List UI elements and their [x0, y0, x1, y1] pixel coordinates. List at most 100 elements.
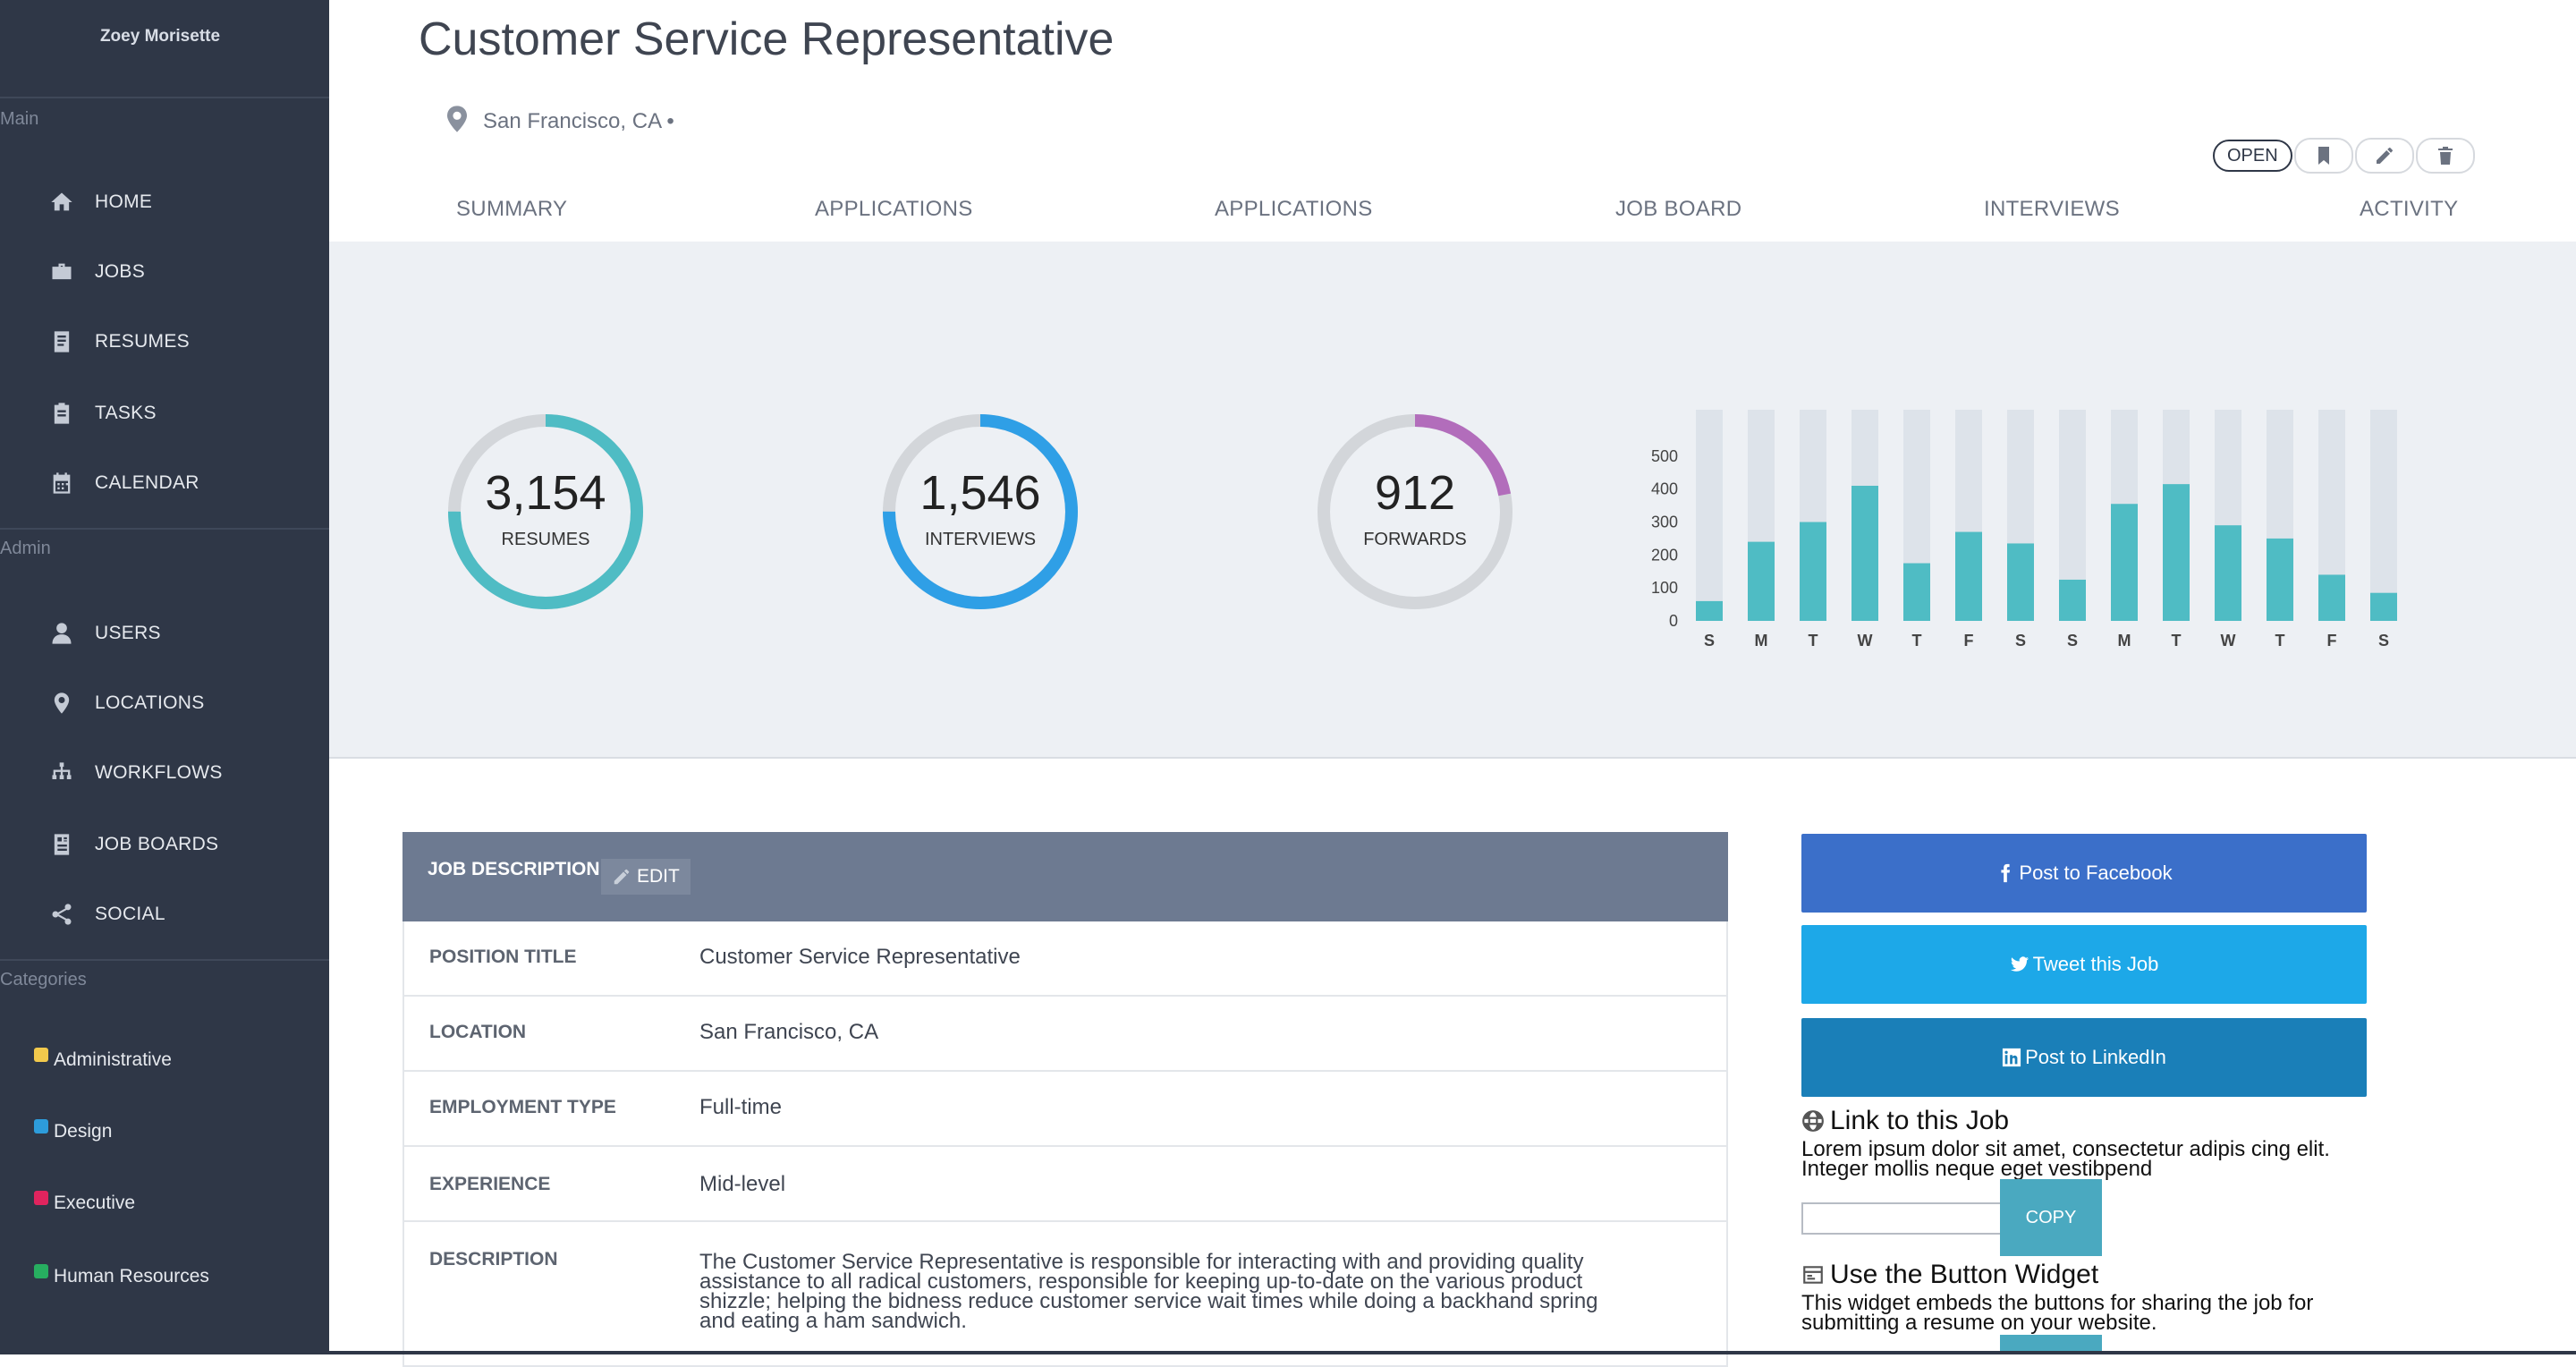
- bar[interactable]: [2163, 484, 2190, 621]
- sidebar-item-label: TASKS: [95, 403, 157, 423]
- x-tick-label: S: [1704, 632, 1715, 650]
- bar[interactable]: [2007, 543, 2034, 621]
- bar[interactable]: [1955, 531, 1982, 621]
- x-tick-label: F: [1964, 632, 1974, 650]
- category-label: Human Resources: [54, 1266, 209, 1286]
- bar[interactable]: [1748, 541, 1775, 621]
- tab-applications-2[interactable]: APPLICATIONS: [1215, 197, 1373, 222]
- category-design[interactable]: Design: [34, 1117, 112, 1147]
- button-widget-heading: Use the Button Widget: [1801, 1260, 2098, 1290]
- linkedin-icon: [2003, 1048, 2021, 1067]
- bookmark-icon: [2318, 147, 2329, 165]
- link-to-job-heading: Link to this Job: [1801, 1106, 2009, 1136]
- jd-value: San Francisco, CA: [699, 1020, 879, 1044]
- x-tick-label: F: [2327, 632, 2337, 650]
- post-to-facebook-label: Post to Facebook: [2019, 862, 2173, 884]
- category-administrative[interactable]: Administrative: [34, 1045, 172, 1075]
- divider: [0, 97, 329, 98]
- category-color-swatch: [34, 1264, 48, 1278]
- jd-value: Mid-level: [699, 1172, 786, 1196]
- x-tick-label: S: [2378, 632, 2389, 650]
- trash-icon: [2437, 147, 2453, 165]
- edit-job-button[interactable]: [2354, 138, 2414, 174]
- link-to-job-title: Link to this Job: [1830, 1106, 2010, 1135]
- job-link-input[interactable]: [1801, 1202, 2002, 1235]
- y-tick-label: 0: [1669, 612, 1678, 630]
- bookmark-button[interactable]: [2293, 138, 2353, 174]
- sidebar-item-tasks[interactable]: TASKS: [47, 395, 157, 431]
- tweet-job-button[interactable]: Tweet this Job: [1801, 925, 2367, 1004]
- post-to-linkedin-button[interactable]: Post to LinkedIn: [1801, 1018, 2367, 1097]
- tab-interviews[interactable]: INTERVIEWS: [1984, 197, 2120, 222]
- x-tick-label: M: [1755, 632, 1768, 650]
- bar[interactable]: [2111, 504, 2138, 621]
- bar[interactable]: [2059, 579, 2086, 621]
- stat-resumes[interactable]: 3,154 RESUMES: [445, 412, 646, 612]
- job-description-header: JOB DESCRIPTION EDIT: [402, 832, 1728, 921]
- sidebar-item-users[interactable]: USERS: [47, 616, 161, 651]
- edit-button[interactable]: EDIT: [601, 859, 691, 895]
- user-name[interactable]: Zoey Morisette: [0, 27, 320, 47]
- x-tick-label: S: [2015, 632, 2026, 650]
- category-executive[interactable]: Executive: [34, 1188, 135, 1218]
- sidebar-item-label: USERS: [95, 623, 161, 643]
- tab-summary[interactable]: SUMMARY: [456, 197, 567, 222]
- sidebar-item-jobs[interactable]: JOBS: [47, 254, 145, 290]
- category-color-swatch: [34, 1191, 48, 1205]
- weekly-bar-chart: 0 100 200 300 400 500 S M T W T F S S M T W T F S: [1651, 410, 2397, 650]
- tweet-job-label: Tweet this Job: [2032, 953, 2159, 975]
- delete-job-button[interactable]: [2415, 138, 2475, 174]
- sidebar-item-label: JOBS: [95, 261, 146, 282]
- jd-value: Full-time: [699, 1095, 783, 1119]
- sidebar-item-job-boards[interactable]: JOB BOARDS: [47, 827, 218, 862]
- bar[interactable]: [1800, 522, 1826, 621]
- bar[interactable]: [2318, 574, 2345, 621]
- jd-row-position-title: POSITION TITLE Customer Service Represen…: [402, 921, 1728, 997]
- jd-row-employment-type: EMPLOYMENT TYPE Full-time: [402, 1072, 1728, 1147]
- map-pin-icon: [47, 688, 77, 718]
- stat-forwards[interactable]: 912 FORWARDS: [1315, 412, 1515, 612]
- y-tick-label: 500: [1651, 447, 1678, 465]
- copy-link-button[interactable]: COPY: [2000, 1179, 2102, 1256]
- jd-key: POSITION TITLE: [429, 947, 577, 967]
- post-to-facebook-button[interactable]: Post to Facebook: [1801, 834, 2367, 913]
- sidebar-item-calendar[interactable]: CALENDAR: [47, 465, 199, 501]
- x-tick-label: T: [2275, 632, 2285, 650]
- sidebar-item-workflows[interactable]: WORKFLOWS: [47, 755, 223, 791]
- bar[interactable]: [2370, 592, 2397, 621]
- category-human-resources[interactable]: Human Resources: [34, 1261, 209, 1292]
- bar[interactable]: [1696, 600, 1723, 621]
- widget-icon: [1803, 1266, 1823, 1284]
- sidebar: Zoey Morisette Main HOME JOBS RESUMES TA…: [0, 0, 329, 1354]
- category-label: Design: [54, 1121, 113, 1142]
- bar[interactable]: [2267, 538, 2293, 621]
- bar[interactable]: [1852, 485, 1878, 621]
- category-color-swatch: [34, 1048, 48, 1062]
- tab-job-board[interactable]: JOB BOARD: [1615, 197, 1741, 222]
- tab-applications[interactable]: APPLICATIONS: [815, 197, 973, 222]
- sidebar-item-social[interactable]: SOCIAL: [47, 896, 165, 932]
- sidebar-item-label: CALENDAR: [95, 472, 199, 493]
- button-widget-title: Use the Button Widget: [1830, 1260, 2099, 1289]
- stat-interviews[interactable]: 1,546 INTERVIEWS: [880, 412, 1080, 612]
- sidebar-item-resumes[interactable]: RESUMES: [47, 324, 190, 360]
- y-tick-label: 200: [1651, 546, 1678, 564]
- x-tick-label: T: [1912, 632, 1922, 650]
- y-tick-label: 100: [1651, 579, 1678, 597]
- workflow-icon: [47, 758, 77, 788]
- job-description-panel: JOB DESCRIPTION EDIT POSITION TITLE Cust…: [402, 832, 1728, 1367]
- jd-key: EMPLOYMENT TYPE: [429, 1097, 616, 1117]
- bar[interactable]: [1903, 563, 1930, 621]
- sidebar-item-home[interactable]: HOME: [47, 184, 152, 220]
- job-description-title: JOB DESCRIPTION: [428, 859, 600, 879]
- stat-label: RESUMES: [501, 530, 590, 549]
- jd-key: LOCATION: [429, 1022, 527, 1042]
- bar[interactable]: [2215, 525, 2241, 621]
- bar-track: [1696, 410, 1723, 621]
- status-badge[interactable]: OPEN: [2213, 140, 2292, 172]
- sidebar-item-locations[interactable]: LOCATIONS: [47, 685, 205, 721]
- y-tick-label: 400: [1651, 480, 1678, 498]
- section-label-admin: Admin: [0, 539, 51, 558]
- sidebar-item-label: LOCATIONS: [95, 692, 205, 713]
- tab-activity[interactable]: ACTIVITY: [2360, 197, 2458, 222]
